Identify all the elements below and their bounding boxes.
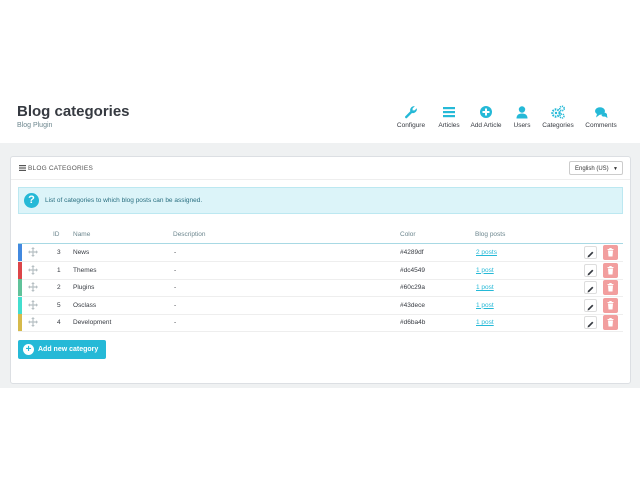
table-row: 1 Themes - #dc4549 1 post [18,261,623,280]
page-subtitle: Blog Plugin [17,122,53,129]
column-header-description: Description [173,231,206,238]
alert-text: List of categories to which blog posts c… [45,197,203,204]
panel-title: BLOG CATEGORIES [19,165,93,172]
category-id: 5 [57,301,61,309]
column-header-name: Name [73,231,91,238]
blog-posts-link[interactable]: 2 posts [476,249,497,256]
trash-icon [607,300,614,309]
edit-button[interactable] [584,246,597,259]
category-color-bar [18,296,22,314]
category-color: #d6ba4b [400,319,426,326]
trash-icon [607,318,614,327]
categories-button[interactable]: Categories [536,105,580,129]
comments-label: Comments [585,122,617,129]
language-select[interactable]: English (US) ▼ [569,161,623,175]
comments-button[interactable]: Comments [579,105,623,129]
table-row: 2 Plugins - #60c29a 1 post [18,279,623,297]
category-color: #4289df [400,249,424,256]
add-new-category-label: Add new category [38,346,99,353]
wrench-icon [405,106,417,119]
category-color: #43dece [400,301,425,309]
category-color: #60c29a [400,284,425,291]
column-header-color: Color [400,231,416,238]
blog-categories-panel: BLOG CATEGORIES English (US) ▼ ? List of… [10,156,631,384]
drag-handle-icon[interactable] [28,282,38,292]
page-title: Blog categories [17,103,130,120]
delete-button[interactable] [603,297,618,313]
category-name: News [73,249,90,256]
blog-posts-link[interactable]: 1 post [476,267,494,274]
delete-button[interactable] [603,280,618,295]
table-row: 3 News - #4289df 2 posts [18,244,623,262]
categories-label: Categories [542,122,574,129]
category-color-bar [18,261,22,279]
pencil-icon [587,286,594,293]
category-description: - [174,284,177,291]
edit-button[interactable] [584,316,597,329]
category-color: #dc4549 [400,266,425,274]
category-description: - [174,319,177,326]
panel-header: BLOG CATEGORIES English (US) ▼ [11,157,630,180]
trash-icon [607,248,614,257]
drag-handle-icon[interactable] [28,317,38,327]
trash-icon [607,265,614,274]
category-id: 1 [57,266,61,274]
column-header-blog-posts: Blog posts [475,231,506,238]
category-color-bar [18,314,22,331]
delete-button[interactable] [603,315,618,330]
plus-circle-icon [480,106,492,118]
comments-icon [595,107,608,118]
pencil-icon [587,269,594,275]
category-color-bar [18,279,22,296]
category-description: - [174,301,177,309]
category-name: Plugins [73,284,95,291]
category-id: 4 [57,319,61,326]
list-icon [443,107,455,118]
table-row: 4 Development - #d6ba4b 1 post [18,314,623,332]
category-description: - [174,266,177,274]
plus-circle-icon: + [23,344,34,355]
question-icon: ? [24,193,39,208]
blog-posts-link[interactable]: 1 post [476,284,494,291]
gears-icon [551,105,565,119]
pencil-icon [587,304,594,310]
edit-button[interactable] [584,263,597,277]
list-icon [19,165,26,172]
pencil-icon [587,321,594,328]
caret-down-icon: ▼ [613,166,618,172]
category-color-bar [18,244,22,261]
category-name: Themes [73,266,97,274]
add-new-category-button[interactable]: + Add new category [18,340,106,359]
drag-handle-icon[interactable] [28,299,38,310]
edit-button[interactable] [584,298,597,312]
category-name: Development [73,319,112,326]
blog-posts-link[interactable]: 1 post [476,319,494,326]
blog-posts-link[interactable]: 1 post [476,302,494,309]
table-row: 5 Osclass - #43dece 1 post [18,296,623,315]
user-icon [516,106,528,119]
language-value: English (US) [575,166,609,172]
info-alert: ? List of categories to which blog posts… [18,187,623,214]
delete-button[interactable] [603,262,618,278]
category-id: 2 [57,284,61,291]
panel-title-text: BLOG CATEGORIES [28,165,94,172]
edit-button[interactable] [584,281,597,294]
drag-handle-icon[interactable] [28,247,38,257]
category-id: 3 [57,249,61,256]
trash-icon [607,283,614,292]
column-header-id: ID [53,231,60,238]
pencil-icon [587,251,594,258]
drag-handle-icon[interactable] [28,264,38,275]
category-name: Osclass [73,301,97,309]
delete-button[interactable] [603,245,618,260]
category-description: - [174,249,177,256]
